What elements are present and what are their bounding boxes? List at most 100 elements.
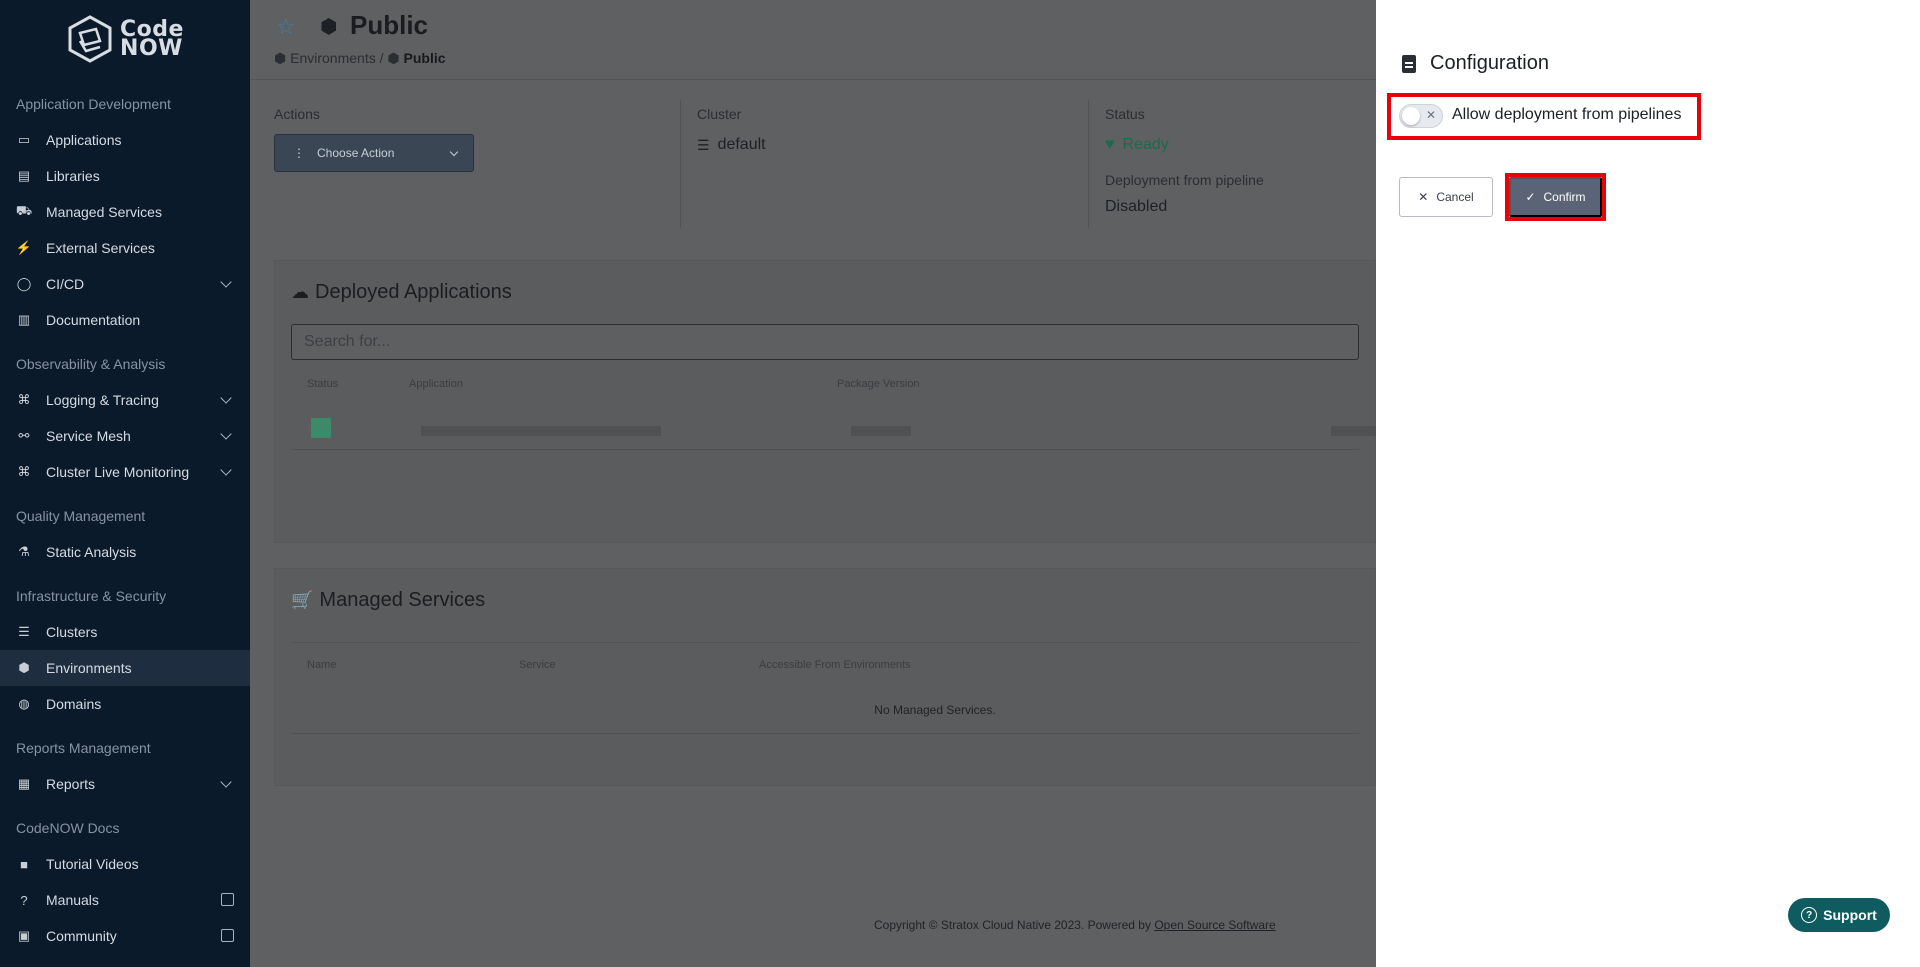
logo-text: Code NOW (120, 19, 184, 61)
application-name-redacted (421, 426, 661, 436)
chevron-down-icon (220, 428, 232, 440)
toggle-label[interactable]: Allow deployment from pipelines (1452, 106, 1681, 124)
video-icon: ■ (20, 856, 28, 872)
cluster-value: ☰ default (697, 136, 1090, 154)
choose-action-dropdown[interactable]: ⋮ Choose Action (274, 134, 474, 172)
sidebar-section-title: Reports Management (16, 740, 151, 756)
page-header: ☆ ⬢ Public ⬢ Environments / ⬢ Public (250, 0, 1376, 80)
col-name: Name (307, 659, 337, 671)
sidebar-item-label: Tutorial Videos (46, 856, 139, 872)
managed-services-title: 🛒 Managed Services (275, 569, 1375, 642)
row-extra-redacted (1331, 426, 1377, 436)
sidebar-item-tutorial-videos[interactable]: ■ Tutorial Videos (0, 846, 250, 882)
deploy-label: Deployment from pipeline (1105, 172, 1264, 188)
cycle-icon: ◯ (16, 276, 32, 291)
managed-title-text: Managed Services (319, 589, 486, 611)
codenow-logo-icon (68, 15, 112, 63)
heart-icon: ♥ (1105, 136, 1115, 153)
sidebar-item-environments[interactable]: ⬢ Environments (0, 650, 250, 686)
flask-icon: ⚗ (18, 544, 30, 559)
sidebar-item-label: Reports (46, 776, 96, 792)
cube-icon: ⬢ (320, 16, 338, 38)
kebab-icon: ⋮ (293, 146, 305, 160)
sidebar-section-title: Application Development (16, 96, 171, 112)
cancel-button[interactable]: ✕ Cancel (1399, 177, 1493, 217)
plug-icon: ⚡ (15, 240, 33, 255)
logo[interactable]: Code NOW (0, 0, 250, 78)
sidebar-item-domains[interactable]: ◍ Domains (0, 686, 250, 722)
check-icon: ✓ (1525, 190, 1536, 204)
sidebar-item-label: Applications (46, 132, 122, 148)
chevron-down-icon (449, 147, 459, 157)
managed-services-card: 🛒 Managed Services Name Service Accessib… (274, 568, 1376, 786)
sidebar-item-ci-cd[interactable]: ◯ CI/CD (0, 266, 250, 302)
list-icon: ☰ (697, 136, 710, 153)
report-icon: ▦ (17, 776, 31, 791)
deploy-value: Disabled (1105, 198, 1168, 215)
toggle-knob (1402, 107, 1420, 125)
favorite-star-icon[interactable]: ☆ (276, 14, 296, 40)
breadcrumb-environments[interactable]: Environments (290, 50, 376, 66)
panel-title: Configuration (1402, 52, 1549, 75)
footer-link[interactable]: Open Source Software (1154, 918, 1275, 932)
search-input[interactable]: Search for... (291, 324, 1359, 360)
breadcrumb-cube-icon-2: ⬢ (387, 50, 400, 66)
sidebar-section-title: CodeNOW Docs (16, 820, 120, 836)
empty-state: No Managed Services. (291, 703, 1359, 734)
sidebar-menu: Application Development ▭ Applications ▤ Lib… (0, 86, 250, 954)
confirm-button[interactable]: ✓ Confirm (1509, 177, 1602, 217)
sidebar-item-reports[interactable]: ▦ Reports (0, 766, 250, 802)
allow-deployment-toggle[interactable]: ✕ (1399, 104, 1443, 128)
sidebar-item-libraries[interactable]: ▤ Libraries (0, 158, 250, 194)
laptop-icon: ▭ (17, 132, 31, 147)
sidebar-item-label: Environments (46, 660, 132, 676)
sidebar-item-label: Static Analysis (46, 544, 137, 560)
configuration-panel: Configuration ✕ Allow deployment from pi… (1376, 0, 1920, 967)
deployed-title-text: Deployed Applications (315, 281, 512, 303)
breadcrumb: ⬢ Environments / ⬢ Public (274, 50, 446, 67)
main-content: ☆ ⬢ Public ⬢ Environments / ⬢ Public Act… (250, 0, 1377, 967)
logo-line2: NOW (120, 36, 183, 61)
deployed-applications-title: ☁ Deployed Applications (275, 261, 1375, 324)
breadcrumb-cube-icon: ⬢ (274, 50, 287, 66)
sidebar-item-logging-tracing[interactable]: ⌘ Logging & Tracing (0, 382, 250, 418)
status-text: Ready (1122, 136, 1169, 153)
table-row[interactable] (291, 390, 1377, 450)
footer-text-wrap: Copyright © Stratox Cloud Native 2023. P… (874, 918, 1276, 932)
sidebar-item-label: Clusters (46, 624, 98, 640)
sidebar-item-documentation[interactable]: ▥ Documentation (0, 302, 250, 338)
globe-icon: ◍ (18, 696, 30, 711)
book-icon: ▤ (17, 168, 31, 183)
mesh-icon: ⚯ (18, 428, 30, 443)
col-service: Service (519, 659, 556, 671)
sidebar-item-external-services[interactable]: ⚡ External Services (0, 230, 250, 266)
managed-table-header: Name Service Accessible From Environment… (291, 642, 1359, 671)
help-icon: ? (1801, 907, 1818, 923)
cluster-name: default (717, 136, 766, 153)
status-value: ♥ Ready (1105, 136, 1388, 154)
sidebar-item-cluster-live-monitoring[interactable]: ⌘ Cluster Live Monitoring (0, 454, 250, 490)
chevron-down-icon (220, 392, 232, 404)
sidebar-item-label: Domains (46, 696, 102, 712)
package-version-redacted (851, 426, 911, 436)
sidebar-item-clusters[interactable]: ☰ Clusters (0, 614, 250, 650)
support-label: Support (1823, 907, 1877, 923)
actions-col: Actions ⋮ Choose Action (274, 100, 674, 228)
sidebar-item-managed-services[interactable]: ⛟ Managed Services (0, 194, 250, 230)
cube-icon: ⬢ (18, 660, 30, 675)
sidebar-item-community[interactable]: ▣ Community (0, 918, 250, 954)
sidebar-item-label: External Services (46, 240, 155, 256)
cloud-icon: ☁ (291, 282, 309, 302)
status-col: Status ♥ Ready Deployment from pipeline … (1088, 100, 1388, 228)
support-button[interactable]: ? Support (1788, 898, 1890, 932)
sidebar-item-service-mesh[interactable]: ⚯ Service Mesh (0, 418, 250, 454)
sidebar-item-label: Manuals (46, 892, 99, 908)
open-book-icon: ▥ (17, 312, 31, 327)
sidebar-item-applications[interactable]: ▭ Applications (0, 122, 250, 158)
deployed-applications-card: ☁ Deployed Applications Search for... St… (274, 260, 1377, 543)
sidebar-item-manuals[interactable]: ? Manuals (0, 882, 250, 918)
sidebar-section-title: Quality Management (16, 508, 146, 524)
col-application: Application (409, 378, 463, 390)
sidebar-item-label: Logging & Tracing (46, 392, 159, 408)
sidebar-item-static-analysis[interactable]: ⚗ Static Analysis (0, 534, 250, 570)
